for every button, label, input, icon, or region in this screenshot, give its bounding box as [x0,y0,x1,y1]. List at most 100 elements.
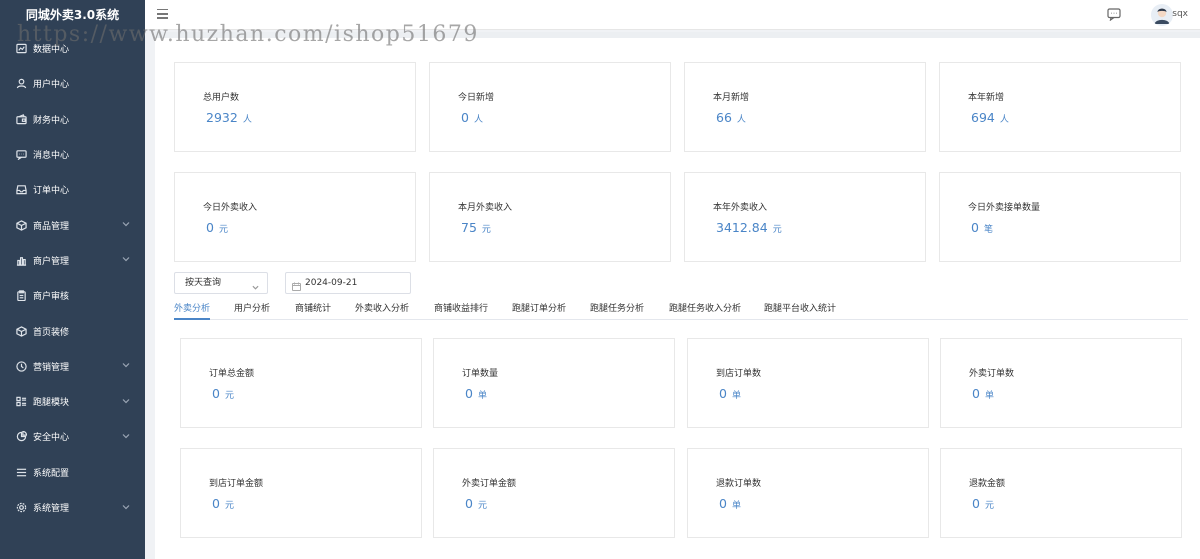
stat-card-total-users: 总用户数 2932 人 [174,62,416,152]
stat-card-today-income: 今日外卖收入 0元 [174,172,416,262]
chevron-down-icon [122,397,131,406]
stat-card-year-income: 本年外卖收入 3412.84 元 [684,172,926,262]
stat-value: 0 [206,220,214,235]
stat-value-wrap: 0元 [465,496,487,511]
sidebar: 同城外卖3.0系统 数据中心 用户中心 财务中心 消息中心 订单中心 商品管理 [0,0,145,559]
sidebar-item-errand-module[interactable]: 跑腿模块 [0,384,145,419]
stat-card-takeout-order-amount: 外卖订单金额 0元 [433,448,675,538]
chevron-down-icon [252,279,259,299]
tab-errand-platform-income-stats[interactable]: 跑腿平台收入统计 [764,301,836,320]
sidebar-item-system-management[interactable]: 系统管理 [0,490,145,525]
stat-value-wrap: 0元 [212,386,234,401]
stat-unit: 笔 [983,225,993,235]
stat-card-instore-order-count: 到店订单数 0单 [687,338,929,428]
sidebar-item-label: 安全中心 [33,433,70,444]
sidebar-item-finance-center[interactable]: 财务中心 [0,102,145,137]
date-value: 2024-09-21 [305,278,358,288]
tab-takeout-analysis[interactable]: 外卖分析 [174,301,211,320]
stat-value-wrap: 0单 [465,386,487,401]
app-title: 同城外卖3.0系统 [25,8,120,22]
stat-label: 外卖订单数 [969,369,1015,379]
sidebar-menu: 数据中心 用户中心 财务中心 消息中心 订单中心 商品管理 商户管理 商户审核 … [0,31,145,525]
stat-value: 2932 [206,110,238,125]
stat-card-refund-amount: 退款金额 0元 [940,448,1182,538]
cube-icon [15,325,27,337]
chart-icon [15,43,27,55]
stat-label: 本月新增 [713,93,750,103]
sidebar-item-merchant-management[interactable]: 商户管理 [0,243,145,278]
stat-card-month-income: 本月外卖收入 75 元 [429,172,671,262]
message-icon [15,149,27,161]
sidebar-item-label: 数据中心 [33,45,70,56]
tab-user-analysis[interactable]: 用户分析 [234,301,270,320]
stat-label: 订单总金额 [209,369,255,379]
stat-card-refund-order-count: 退款订单数 0单 [687,448,929,538]
hamburger-menu-icon[interactable] [157,9,168,19]
box-icon [15,219,27,231]
calendar-icon [292,279,301,299]
query-mode-select[interactable]: 按天查询 [174,272,268,294]
sidebar-item-label: 财务中心 [33,115,70,126]
sidebar-item-message-center[interactable]: 消息中心 [0,137,145,172]
sidebar-item-goods-management[interactable]: 商品管理 [0,207,145,242]
stat-value: 75 [461,220,477,235]
tab-errand-task-income-analysis[interactable]: 跑腿任务收入分析 [669,301,741,320]
sidebar-item-security-center[interactable]: 安全中心 [0,419,145,454]
sidebar-item-label: 订单中心 [33,186,70,197]
stat-value: 0 [972,496,980,511]
sidebar-item-merchant-review[interactable]: 商户审核 [0,278,145,313]
stat-value-wrap: 0元 [972,496,994,511]
sidebar-item-label: 系统配置 [33,468,70,479]
stat-value: 0 [212,386,220,401]
stat-value: 0 [465,496,473,511]
analysis-tabs: 外卖分析 用户分析 商铺统计 外卖收入分析 商铺收益排行 跑腿订单分析 跑腿任务… [174,299,1188,320]
stat-unit: 人 [242,115,252,125]
tab-errand-order-analysis[interactable]: 跑腿订单分析 [512,301,566,320]
stat-value-wrap: 66 人 [716,110,746,125]
date-picker-input[interactable]: 2024-09-21 [285,272,411,294]
stat-value: 0 [971,220,979,235]
stat-unit: 人 [999,115,1009,125]
sidebar-item-label: 消息中心 [33,151,70,162]
sidebar-item-homepage-decoration[interactable]: 首页装修 [0,313,145,348]
sidebar-item-label: 跑腿模块 [33,398,70,409]
sidebar-item-user-center[interactable]: 用户中心 [0,66,145,101]
chevron-down-icon [122,220,131,229]
sidebar-item-label: 用户中心 [33,80,70,91]
stat-label: 今日外卖收入 [203,203,258,213]
stat-card-instore-order-amount: 到店订单金额 0元 [180,448,422,538]
stat-unit: 人 [473,115,483,125]
list-icon [15,466,27,478]
tab-shop-statistics[interactable]: 商铺统计 [295,301,331,320]
avatar[interactable] [1151,4,1173,26]
stat-card-year-new: 本年新增 694 人 [939,62,1181,152]
top-header: https://www.huzhan.com/ishop51679 sqx [17,0,1200,47]
inbox-icon [15,184,27,196]
stat-card-month-new: 本月新增 66 人 [684,62,926,152]
sidebar-item-data-center[interactable]: 数据中心 [0,31,145,66]
sidebar-item-label: 系统管理 [33,504,70,514]
stat-value-wrap: 694 人 [971,110,1009,125]
stat-unit: 元 [218,225,228,235]
stat-card-takeout-order-count: 外卖订单数 0单 [940,338,1182,428]
stat-value-wrap: 0元 [212,496,234,511]
sidebar-item-marketing-management[interactable]: 营销管理 [0,349,145,384]
sidebar-item-system-config[interactable]: 系统配置 [0,455,145,490]
username[interactable]: sqx [1172,9,1188,19]
tab-errand-task-analysis[interactable]: 跑腿任务分析 [590,301,644,320]
sidebar-item-order-center[interactable]: 订单中心 [0,172,145,207]
tab-takeout-income-analysis[interactable]: 外卖收入分析 [355,301,409,320]
stat-value: 0 [461,110,469,125]
chat-message-icon[interactable] [1107,8,1121,22]
stat-unit: 元 [772,225,782,235]
stat-unit: 人 [736,115,746,125]
pie-icon [15,431,27,443]
sidebar-item-label: 商户管理 [33,256,70,267]
tab-shop-income-ranking[interactable]: 商铺收益排行 [434,301,488,320]
stat-value-wrap: 0人 [461,110,483,125]
stat-unit: 单 [731,391,741,401]
stat-value-wrap: 0单 [719,496,741,511]
stat-value: 0 [212,496,220,511]
stat-unit: 单 [477,391,487,401]
stat-value-wrap: 75 元 [461,220,491,235]
